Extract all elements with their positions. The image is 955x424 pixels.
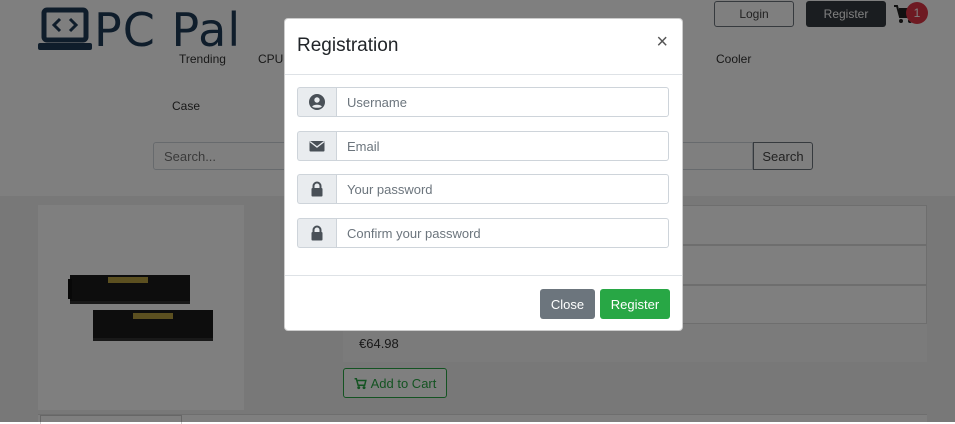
email-field-group xyxy=(297,131,669,161)
email-addon xyxy=(297,131,336,161)
modal-footer: Close Register xyxy=(285,275,682,331)
registration-modal: Registration × Username Email Close Regi… xyxy=(284,18,683,331)
close-icon[interactable]: × xyxy=(656,32,668,52)
envelope-icon xyxy=(309,141,325,152)
username-field-group xyxy=(297,87,669,117)
user-icon xyxy=(309,94,325,110)
email-input[interactable] xyxy=(336,131,669,161)
modal-title: Registration xyxy=(297,35,399,56)
username-input[interactable] xyxy=(336,87,669,117)
lock-icon xyxy=(311,225,323,241)
username-addon xyxy=(297,87,336,117)
password-addon xyxy=(297,174,336,204)
confirm-password-field-group xyxy=(297,218,669,248)
password-field-group xyxy=(297,174,669,204)
register-submit-button[interactable]: Register xyxy=(600,289,670,319)
password-input[interactable] xyxy=(336,174,669,204)
close-button[interactable]: Close xyxy=(540,289,595,319)
lock-icon xyxy=(311,181,323,197)
confirm-password-addon xyxy=(297,218,336,248)
confirm-password-input[interactable] xyxy=(336,218,669,248)
modal-header: Registration × xyxy=(285,19,682,75)
